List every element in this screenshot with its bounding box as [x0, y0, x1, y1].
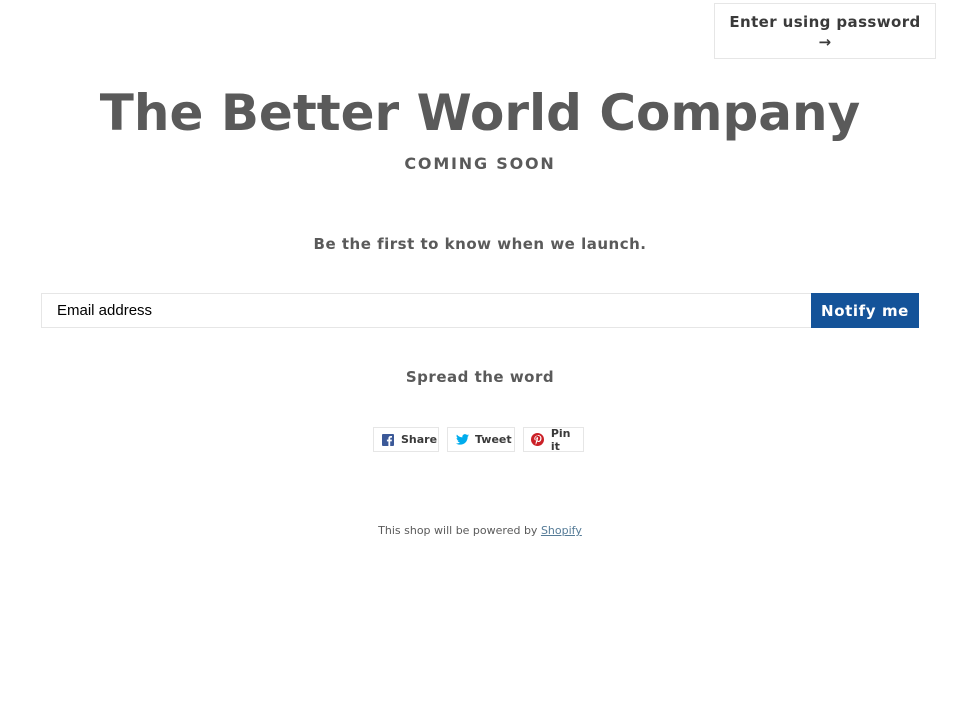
newsletter-form: Notify me	[41, 293, 919, 328]
launch-message: Be the first to know when we launch.	[313, 235, 647, 253]
shopify-link[interactable]: Shopify	[541, 524, 582, 537]
spread-the-word-heading: Spread the word	[405, 368, 555, 386]
twitter-icon	[455, 433, 469, 447]
shop-title: The Better World Company	[99, 84, 861, 142]
facebook-icon	[381, 433, 395, 447]
share-label: Share	[401, 433, 438, 446]
coming-soon-heading: COMING SOON	[404, 154, 556, 173]
email-input[interactable]	[41, 293, 811, 328]
powered-by-text: This shop will be powered by	[378, 524, 538, 537]
notify-me-button[interactable]: Notify me	[811, 293, 919, 328]
facebook-share-button[interactable]: Share	[373, 427, 439, 452]
pinterest-share-button[interactable]: Pin it	[523, 426, 584, 453]
enter-password-link[interactable]: Enter using password →	[714, 3, 936, 59]
powered-by-footer: This shop will be powered by Shopify	[0, 523, 960, 539]
twitter-share-button[interactable]: Tweet	[447, 427, 515, 452]
tweet-label: Tweet	[475, 433, 512, 446]
pinterest-icon	[531, 433, 545, 447]
pin-it-label: Pin it	[550, 426, 571, 453]
password-link-label: Enter using password	[729, 13, 921, 31]
password-page: Enter using password → The Better World …	[0, 0, 960, 720]
arrow-right-icon: →	[818, 33, 832, 51]
